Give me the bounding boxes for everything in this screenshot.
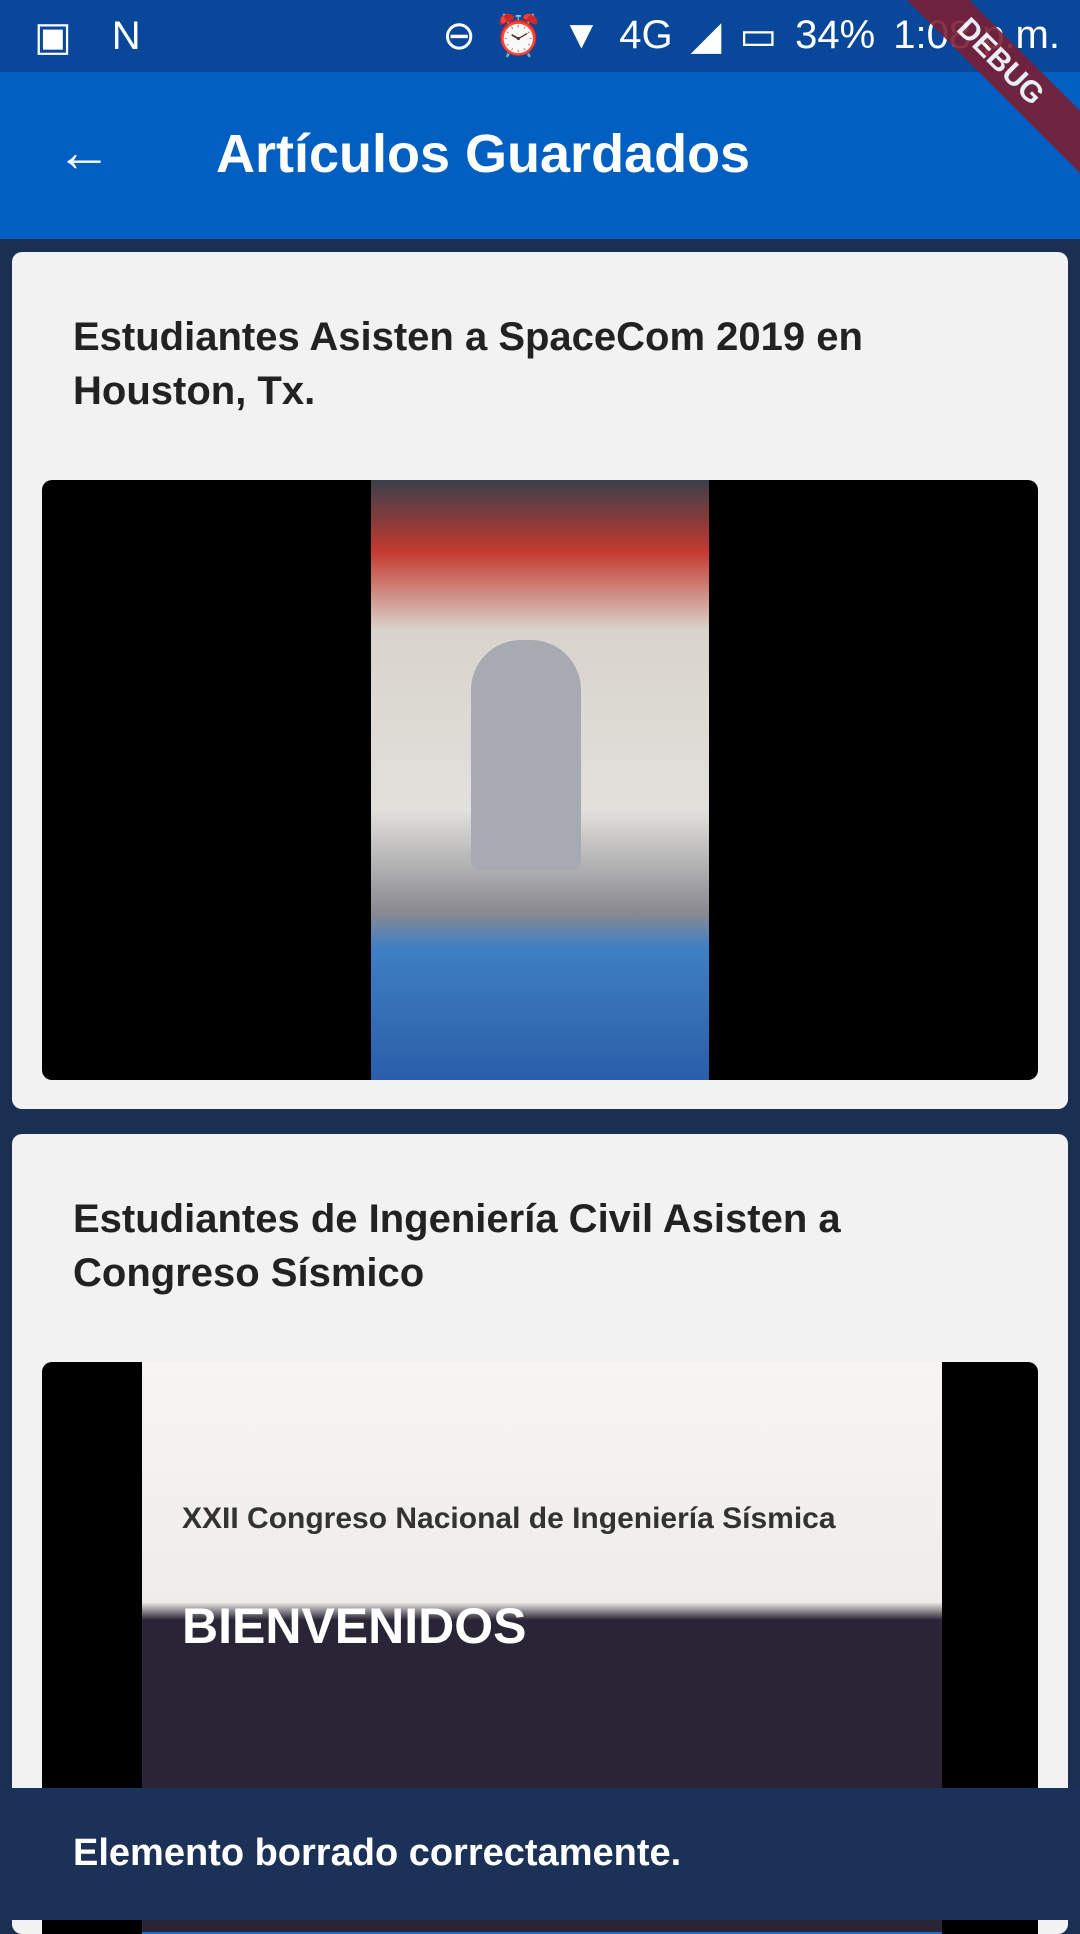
wifi-icon: ▼ — [561, 13, 602, 57]
signal-icon: ◢ — [690, 13, 722, 58]
article-title: Estudiantes de Ingeniería Civil Asisten … — [73, 1197, 841, 1295]
snackbar-message: Elemento borrado correctamente. — [73, 1832, 682, 1874]
snackbar: Elemento borrado correctamente. — [0, 1788, 1080, 1920]
alarm-icon: ⏰ — [493, 14, 544, 58]
battery-icon: ▭ — [739, 13, 778, 58]
back-arrow-icon[interactable]: ← — [56, 122, 112, 182]
page-title: Artículos Guardados — [216, 124, 751, 184]
image-text: BIENVENIDOS — [182, 1598, 527, 1654]
image-text: XXII Congreso Nacional de Ingeniería Sís… — [182, 1502, 836, 1535]
dnd-icon: ⊖ — [442, 13, 476, 58]
network-type: 4G — [619, 13, 673, 57]
article-image — [42, 480, 1038, 1080]
article-title: Estudiantes Asisten a SpaceCom 2019 en H… — [73, 315, 863, 413]
app-bar: ← Artículos Guardados — [0, 72, 1080, 239]
n-icon: N — [111, 14, 141, 58]
article-card[interactable]: Estudiantes Asisten a SpaceCom 2019 en H… — [12, 252, 1068, 1109]
battery-percent: 34% — [795, 13, 876, 57]
astronaut-photo — [371, 480, 709, 1080]
gallery-icon: ▣ — [34, 15, 72, 59]
